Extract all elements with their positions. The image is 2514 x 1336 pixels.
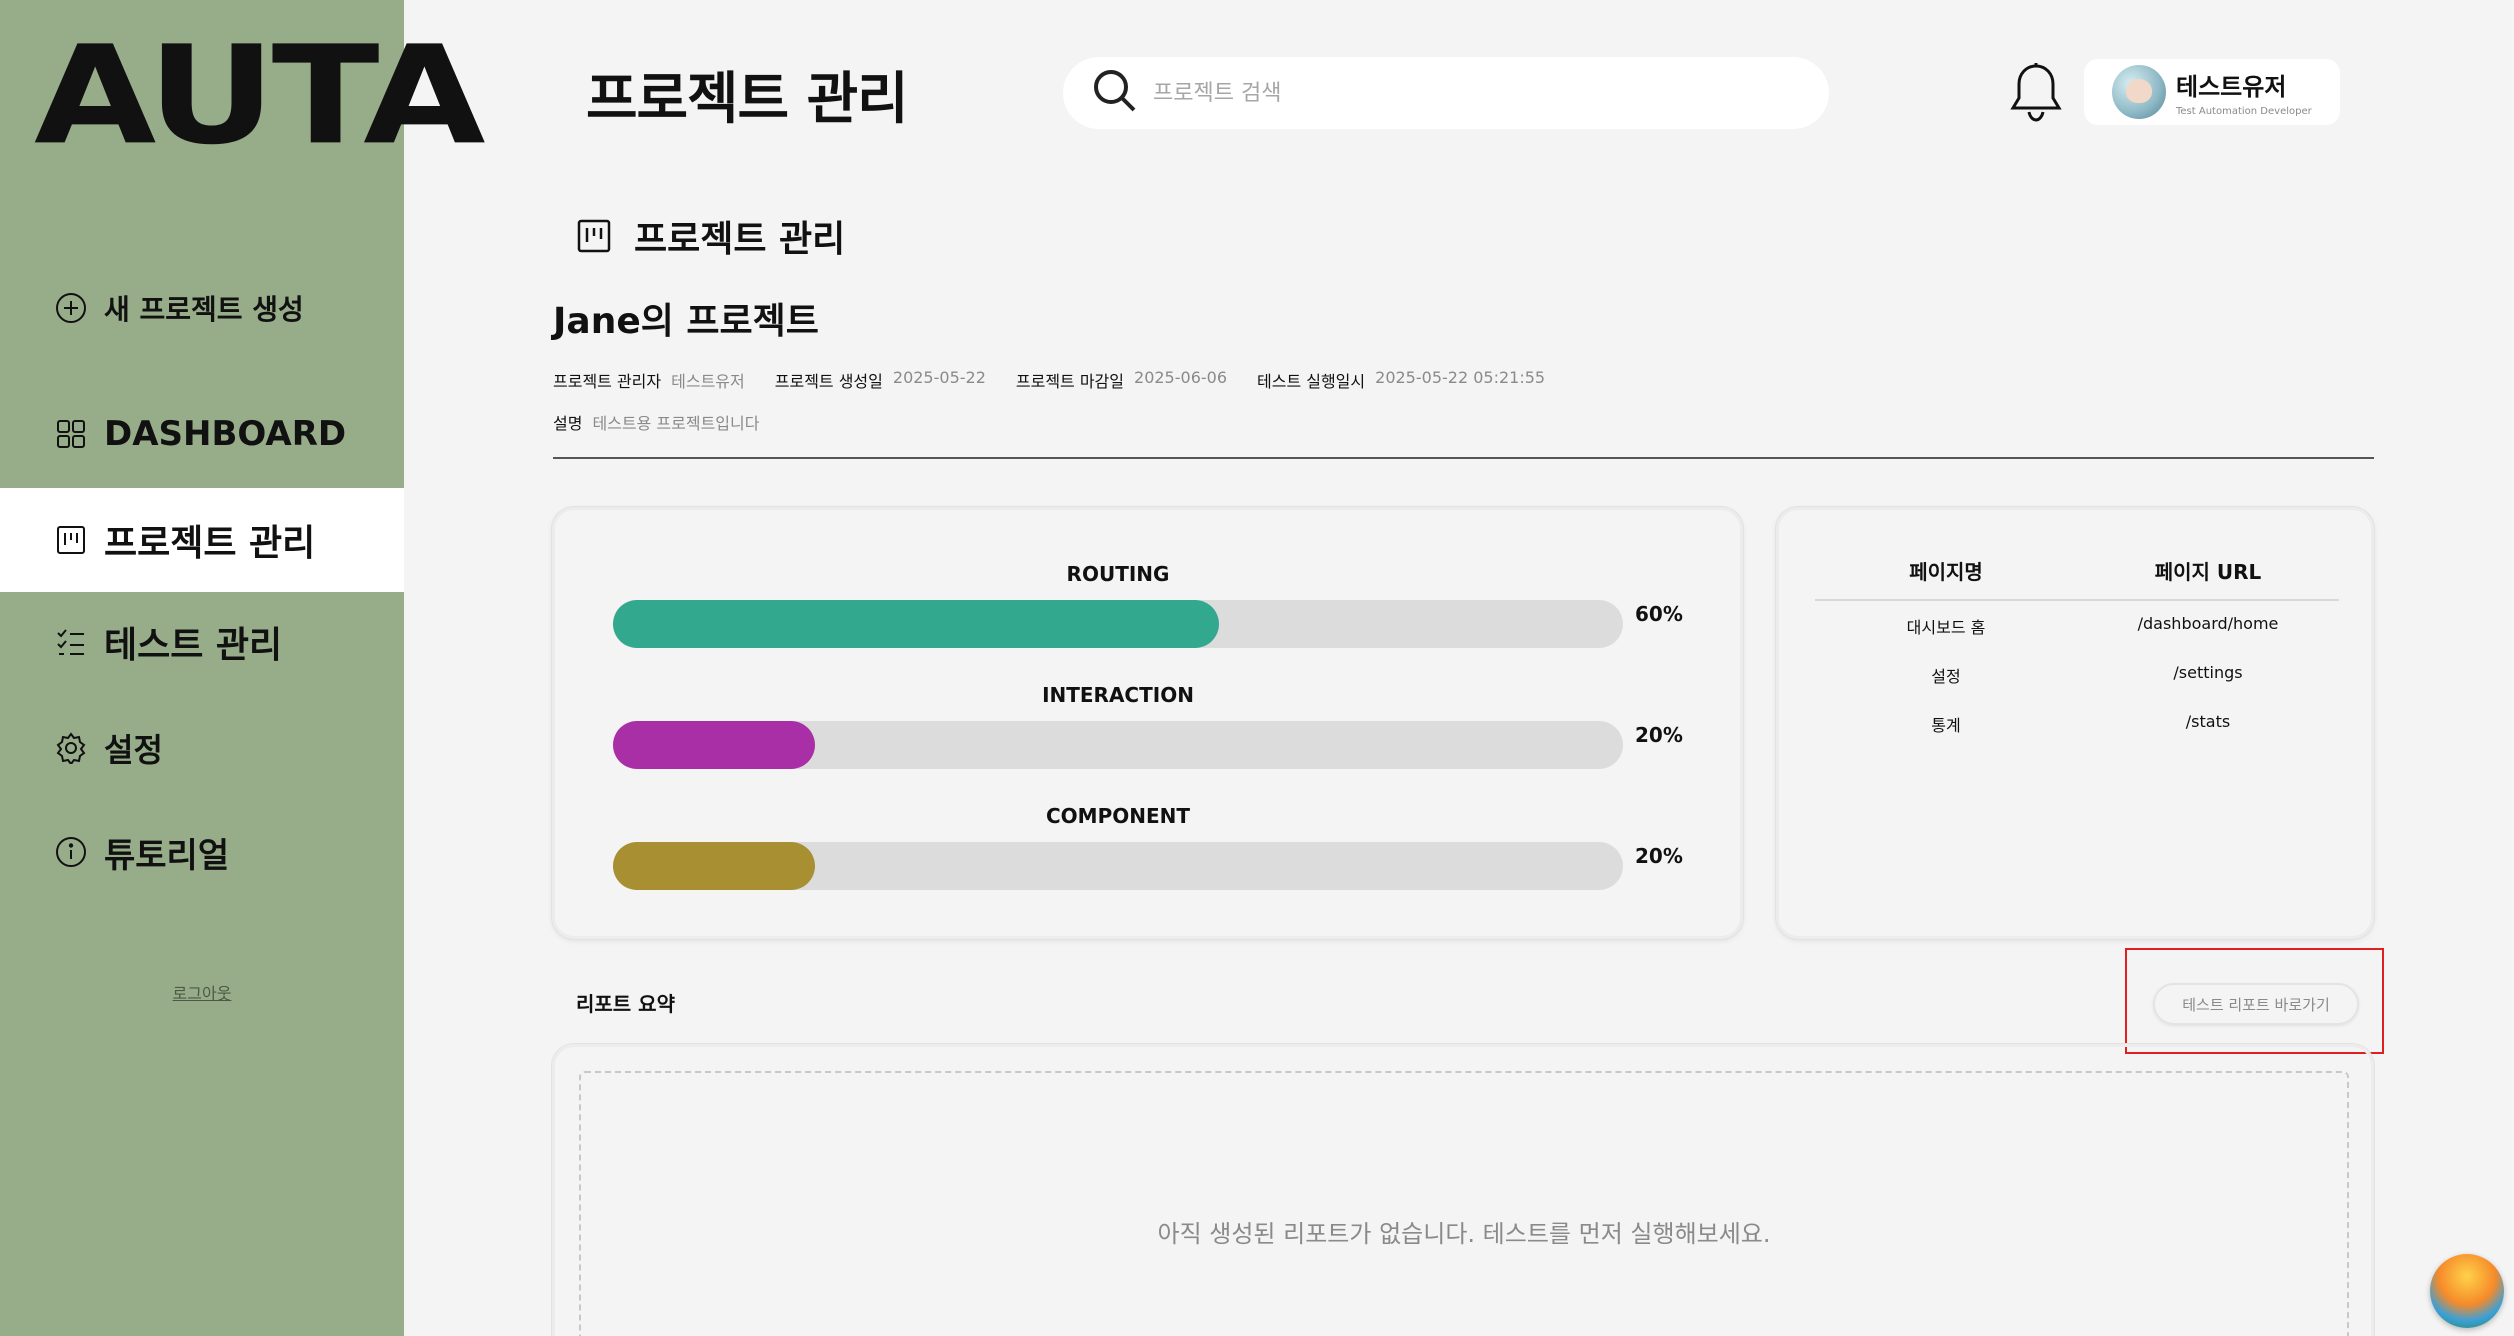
column-header: 페이지명 xyxy=(1909,560,1983,584)
report-card: 아직 생성된 리포트가 없습니다. 테스트를 먼저 실행해보세요. xyxy=(552,1044,2374,1336)
sidebar: AUTA 새 프로젝트 생성 DASHBOARD 프로젝트 관리 테스트 관리 … xyxy=(0,0,486,1336)
progress-title: COMPONENT xyxy=(1045,804,1191,828)
project-name: Jane의 프로젝트 xyxy=(553,301,819,342)
progress-fill xyxy=(613,600,1219,648)
page-url: /settings xyxy=(2173,663,2243,682)
divider xyxy=(553,457,2374,459)
page-name: 대시보드 홈 xyxy=(1906,618,1986,637)
floating-assistant-button[interactable] xyxy=(2430,1254,2504,1328)
pages-card: 페이지명 페이지 URL 대시보드 홈 /dashboard/home 설정 /… xyxy=(1776,507,2374,939)
sidebar-item-label: 새 프로젝트 생성 xyxy=(104,293,304,326)
page-name: 설정 xyxy=(1931,667,1961,686)
progress-title: INTERACTION xyxy=(1042,683,1194,707)
progress-percent: 20% xyxy=(1635,844,1683,868)
search-icon xyxy=(1091,67,1139,119)
logout-link[interactable]: 로그아웃 xyxy=(0,980,404,1004)
section-title: 프로젝트 관리 xyxy=(634,219,846,260)
pages-table-header: 페이지명 페이지 URL xyxy=(1815,556,2339,601)
page-url: /stats xyxy=(2185,712,2231,731)
progress-percent: 60% xyxy=(1635,602,1683,626)
sidebar-item-label: DASHBOARD xyxy=(104,414,347,454)
meta-value: 테스트유저 xyxy=(671,372,745,391)
info-icon xyxy=(54,835,88,869)
meta-label: 설명 xyxy=(553,414,583,433)
meta-value: 2025-05-22 xyxy=(892,368,986,387)
sidebar-item-label: 튜토리얼 xyxy=(104,835,230,876)
progress-routing: ROUTING 60% xyxy=(613,562,1713,648)
progress-title: ROUTING xyxy=(1066,562,1170,586)
page-title: 프로젝트 관리 xyxy=(586,67,909,132)
app-logo[interactable]: AUTA xyxy=(34,28,486,164)
page-url: /dashboard/home xyxy=(2137,614,2279,633)
meta-label: 프로젝트 마감일 xyxy=(1015,372,1125,391)
progress-component: COMPONENT 20% xyxy=(613,804,1713,890)
progress-fill xyxy=(613,721,815,769)
meta-label: 테스트 실행일시 xyxy=(1257,372,1366,391)
kanban-icon xyxy=(54,523,88,557)
progress-interaction: INTERACTION 20% xyxy=(613,683,1713,769)
table-row[interactable]: 대시보드 홈 /dashboard/home xyxy=(1815,614,2339,638)
sidebar-item-dashboard[interactable]: DASHBOARD xyxy=(0,382,404,486)
report-empty-message: 아직 생성된 리포트가 없습니다. 테스트를 먼저 실행해보세요. xyxy=(1157,1219,1771,1248)
user-name: 테스트유저 xyxy=(2176,73,2287,101)
notification-bell-icon[interactable] xyxy=(2008,62,2064,124)
sidebar-item-label: 테스트 관리 xyxy=(104,625,283,666)
table-row[interactable]: 설정 /settings xyxy=(1815,663,2339,687)
checklist-icon xyxy=(54,625,88,659)
sidebar-item-new-project[interactable]: 새 프로젝트 생성 xyxy=(0,256,404,360)
meta-value: 2025-05-22 05:21:55 xyxy=(1375,368,1546,387)
sidebar-item-project-management[interactable]: 프로젝트 관리 xyxy=(0,488,404,592)
sidebar-item-test-management[interactable]: 테스트 관리 xyxy=(0,590,404,694)
plus-circle-icon xyxy=(54,291,88,325)
project-description: 설명 테스트용 프로젝트입니다 xyxy=(553,410,789,434)
highlight-box xyxy=(2125,948,2384,1054)
report-summary-label: 리포트 요약 xyxy=(576,992,675,1016)
progress-card: ROUTING 60% INTERACTION 20% COMPONENT 20… xyxy=(552,507,1743,939)
user-profile[interactable]: 테스트유저 Test Automation Developer xyxy=(2084,59,2340,125)
progress-track xyxy=(613,600,1623,648)
progress-fill xyxy=(613,842,815,890)
progress-track xyxy=(613,721,1623,769)
grid-icon xyxy=(54,417,88,451)
table-row[interactable]: 통계 /stats xyxy=(1815,712,2339,736)
report-empty-area: 아직 생성된 리포트가 없습니다. 테스트를 먼저 실행해보세요. xyxy=(579,1071,2349,1336)
sidebar-item-settings[interactable]: 설정 xyxy=(0,696,404,800)
kanban-icon xyxy=(576,218,612,254)
meta-label: 프로젝트 관리자 xyxy=(553,372,662,391)
search-bar[interactable] xyxy=(1063,57,1829,129)
project-meta: 프로젝트 관리자 테스트유저 프로젝트 생성일 2025-05-22 프로젝트 … xyxy=(553,368,1575,392)
search-input[interactable] xyxy=(1153,80,1793,106)
meta-label: 프로젝트 생성일 xyxy=(774,372,883,391)
sidebar-item-label: 프로젝트 관리 xyxy=(104,523,316,564)
meta-value: 2025-06-06 xyxy=(1134,368,1227,387)
gear-icon xyxy=(54,731,88,765)
page-name: 통계 xyxy=(1931,716,1961,735)
progress-track xyxy=(613,842,1623,890)
user-role: Test Automation Developer xyxy=(2176,106,2312,117)
sidebar-item-label: 설정 xyxy=(104,731,163,769)
avatar xyxy=(2112,65,2166,119)
column-header: 페이지 URL xyxy=(2154,560,2262,584)
sidebar-item-tutorial[interactable]: 튜토리얼 xyxy=(0,800,404,904)
meta-value: 테스트용 프로젝트입니다 xyxy=(592,414,760,433)
progress-percent: 20% xyxy=(1635,723,1683,747)
